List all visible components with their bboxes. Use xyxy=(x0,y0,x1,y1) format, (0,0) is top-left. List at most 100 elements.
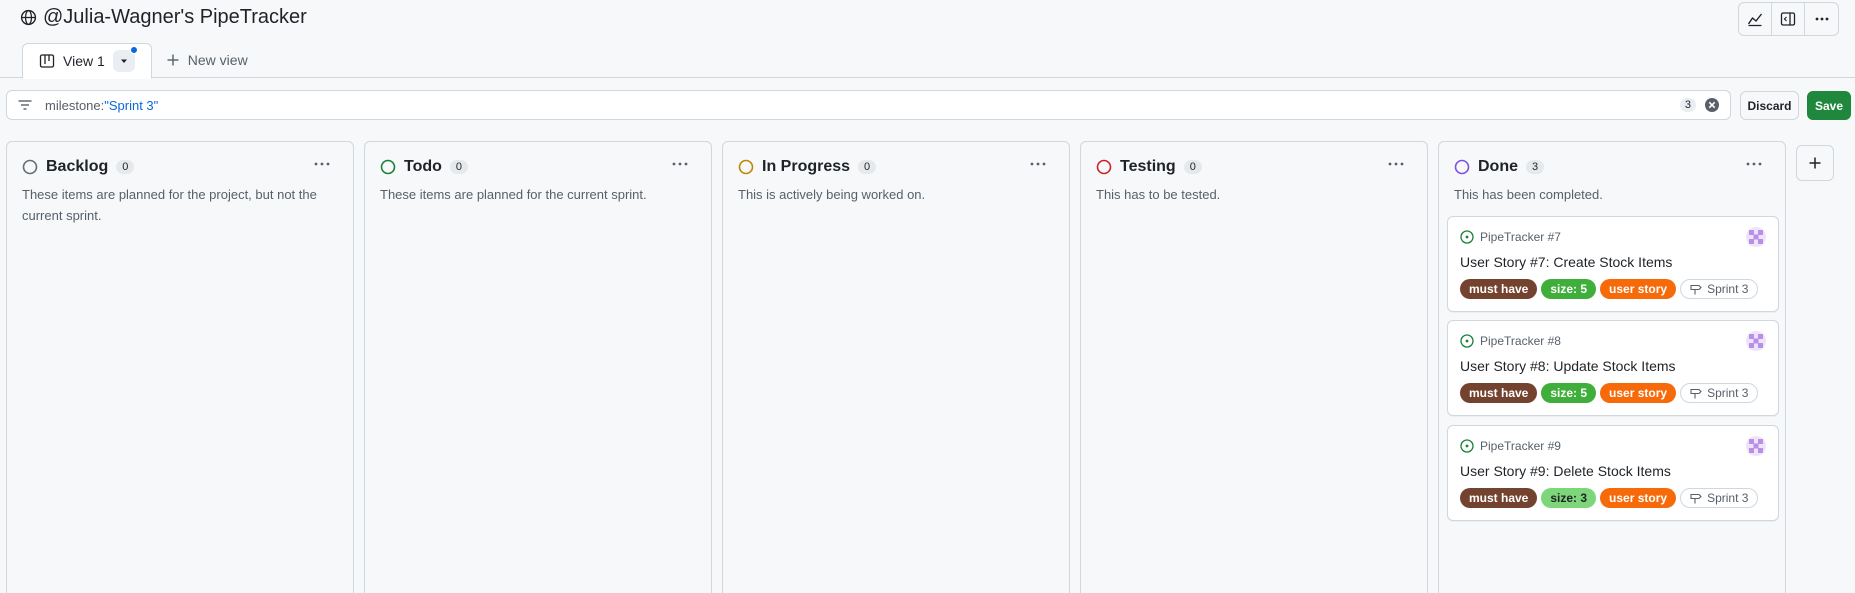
title-row: @Julia-Wagner's PipeTracker xyxy=(20,6,307,29)
header-actions xyxy=(1738,2,1839,36)
milestone-badge[interactable]: Sprint 3 xyxy=(1680,279,1759,299)
column-name: Testing xyxy=(1120,158,1176,175)
column-testing: Testing 0 This has to be tested. xyxy=(1080,141,1428,593)
card-labels: must have size: 5 user story Sprint 3 xyxy=(1460,383,1759,403)
status-circle-icon xyxy=(1096,159,1112,175)
milestone-badge[interactable]: Sprint 3 xyxy=(1680,488,1759,508)
project-header: @Julia-Wagner's PipeTracker View 1 New v… xyxy=(0,0,1855,79)
card-labels: must have size: 3 user story Sprint 3 xyxy=(1460,488,1759,508)
more-options-button[interactable] xyxy=(1805,3,1838,35)
assignee-avatar[interactable] xyxy=(1746,227,1766,247)
insights-button[interactable] xyxy=(1739,3,1772,35)
column-todo: Todo 0 These items are planned for the c… xyxy=(364,141,712,593)
filter-query: milestone:"Sprint 3" xyxy=(45,98,1680,113)
card-repo: PipeTracker #8 xyxy=(1460,334,1561,348)
label-size[interactable]: size: 3 xyxy=(1541,488,1597,508)
label-user-story[interactable]: user story xyxy=(1600,488,1677,508)
label-must-have[interactable]: must have xyxy=(1460,279,1538,299)
column-header: In Progress 0 xyxy=(738,158,877,176)
card-repo: PipeTracker #7 xyxy=(1460,230,1561,244)
add-column-button[interactable] xyxy=(1796,145,1834,181)
card-repo: PipeTracker #9 xyxy=(1460,439,1561,453)
issue-card[interactable]: PipeTracker #7 User Story #7: Create Sto… xyxy=(1447,216,1779,312)
unsaved-changes-dot xyxy=(129,46,138,54)
assignee-avatar[interactable] xyxy=(1746,331,1766,351)
filter-input[interactable]: milestone:"Sprint 3" 3 xyxy=(6,90,1731,120)
new-view-button[interactable]: New view xyxy=(152,42,262,78)
label-size[interactable]: size: 5 xyxy=(1541,279,1597,299)
milestone-badge[interactable]: Sprint 3 xyxy=(1680,383,1759,403)
column-menu-icon[interactable] xyxy=(313,156,331,172)
milestone-label: Sprint 3 xyxy=(1707,491,1749,505)
label-size[interactable]: size: 5 xyxy=(1541,383,1597,403)
column-in-progress: In Progress 0 This is actively being wor… xyxy=(722,141,1070,593)
column-header: Testing 0 xyxy=(1096,158,1202,176)
card-repo-label: PipeTracker #7 xyxy=(1480,230,1561,244)
label-user-story[interactable]: user story xyxy=(1600,279,1677,299)
side-panel-button[interactable] xyxy=(1772,3,1805,35)
column-menu-icon[interactable] xyxy=(671,156,689,172)
column-description: This has to be tested. xyxy=(1096,187,1221,202)
filter-result-count: 3 xyxy=(1679,98,1696,112)
milestone-icon xyxy=(1690,283,1702,295)
milestone-icon xyxy=(1690,387,1702,399)
column-menu-icon[interactable] xyxy=(1029,156,1047,172)
issue-opened-icon xyxy=(1460,439,1474,453)
milestone-label: Sprint 3 xyxy=(1707,282,1749,296)
board-icon xyxy=(39,53,55,69)
column-description: These items are planned for the project,… xyxy=(22,187,317,223)
column-count: 0 xyxy=(449,160,469,174)
view-tabs: View 1 New view xyxy=(22,42,262,79)
column-count: 0 xyxy=(116,160,135,174)
clear-filter-icon[interactable] xyxy=(1704,97,1720,113)
column-menu-icon[interactable] xyxy=(1387,156,1405,172)
status-circle-icon xyxy=(22,159,38,175)
page-title: @Julia-Wagner's PipeTracker xyxy=(43,6,307,28)
card-title[interactable]: User Story #8: Update Stock Items xyxy=(1460,358,1676,374)
new-view-label: New view xyxy=(187,52,248,68)
insights-icon xyxy=(1747,11,1763,27)
tab-label: View 1 xyxy=(63,53,105,69)
column-description: This is actively being worked on. xyxy=(738,187,926,202)
discard-button[interactable]: Discard xyxy=(1740,91,1799,120)
column-header: Backlog 0 xyxy=(22,158,135,176)
milestone-icon xyxy=(1690,492,1702,504)
column-name: Done xyxy=(1478,158,1518,175)
status-circle-icon xyxy=(1454,159,1470,175)
milestone-label: Sprint 3 xyxy=(1707,386,1749,400)
panel-icon xyxy=(1780,11,1796,27)
card-title[interactable]: User Story #7: Create Stock Items xyxy=(1460,254,1672,270)
card-title[interactable]: User Story #9: Delete Stock Items xyxy=(1460,463,1671,479)
plus-icon xyxy=(166,53,180,67)
label-must-have[interactable]: must have xyxy=(1460,383,1538,403)
column-name: Todo xyxy=(404,158,442,175)
column-menu-icon[interactable] xyxy=(1745,156,1763,172)
card-repo-label: PipeTracker #9 xyxy=(1480,439,1561,453)
status-circle-icon xyxy=(380,159,396,175)
assignee-avatar[interactable] xyxy=(1746,436,1766,456)
issue-opened-icon xyxy=(1460,230,1474,244)
filter-key: milestone: xyxy=(45,97,105,113)
label-user-story[interactable]: user story xyxy=(1600,383,1677,403)
card-labels: must have size: 5 user story Sprint 3 xyxy=(1460,279,1759,299)
column-name: In Progress xyxy=(762,158,851,175)
column-count: 0 xyxy=(858,160,877,174)
globe-icon xyxy=(20,9,37,26)
label-must-have[interactable]: must have xyxy=(1460,488,1538,508)
filter-value: "Sprint 3" xyxy=(104,97,159,113)
save-button[interactable]: Save xyxy=(1807,91,1851,120)
column-header: Done 3 xyxy=(1454,158,1545,176)
plus-icon xyxy=(1808,156,1822,170)
triangle-down-icon xyxy=(119,56,129,66)
card-repo-label: PipeTracker #8 xyxy=(1480,334,1561,348)
view-options-button[interactable] xyxy=(112,46,138,72)
status-circle-icon xyxy=(738,159,754,175)
column-description: This has been completed. xyxy=(1454,187,1603,202)
column-count: 0 xyxy=(1183,160,1202,174)
issue-card[interactable]: PipeTracker #9 User Story #9: Delete Sto… xyxy=(1447,425,1779,521)
tab-view-1[interactable]: View 1 xyxy=(22,43,152,79)
issue-card[interactable]: PipeTracker #8 User Story #8: Update Sto… xyxy=(1447,320,1779,416)
column-count: 3 xyxy=(1526,160,1545,174)
column-name: Backlog xyxy=(46,158,109,175)
kebab-horizontal-icon xyxy=(1814,11,1830,27)
